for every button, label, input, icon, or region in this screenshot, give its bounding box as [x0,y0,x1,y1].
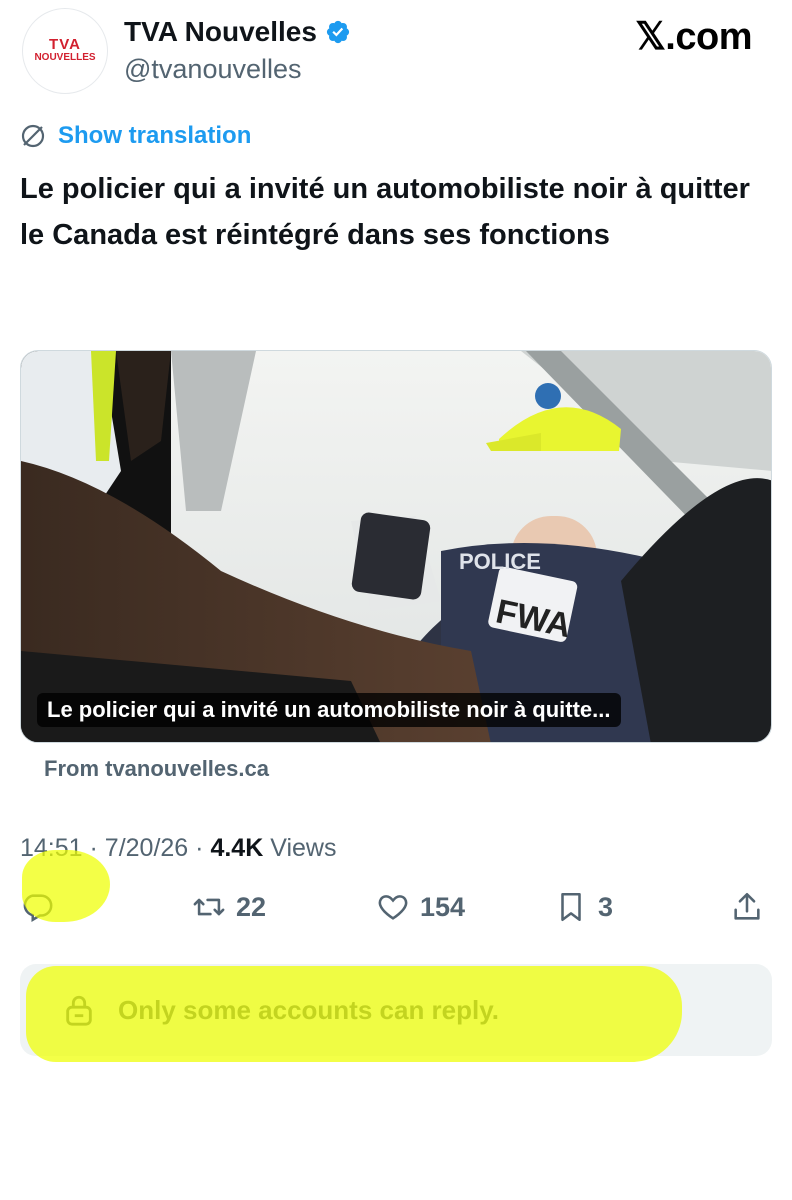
show-translation-link[interactable]: Show translation [20,122,251,150]
like-button[interactable]: 154 [376,890,465,924]
display-name[interactable]: TVA Nouvelles [124,16,351,48]
share-button[interactable] [730,890,764,924]
bookmark-count: 3 [598,891,614,922]
meta-separator: · [89,834,105,862]
share-icon [734,892,760,920]
avatar-logo-tva: TVA [49,36,81,53]
show-translation-label: Show translation [58,122,252,149]
link-card[interactable]: FWA POLICE Le policier qui a invité un a… [20,350,772,743]
verified-badge-icon [326,20,350,44]
display-name-text: TVA Nouvelles [124,16,317,47]
bookmark-button[interactable]: 3 [554,890,613,924]
avatar-logo-nouvelles: NOUVELLES [34,52,96,63]
tweet-header: TVA NOUVELLES TVA Nouvelles @tvanouvelle… [0,0,792,110]
retweet-count: 22 [236,891,267,922]
reply-restriction-box: Only some accounts can reply. [20,964,772,1056]
meta-separator: · [195,834,211,862]
tweet-meta: 14:51 · 7/20/26 · 4.4K Views [20,834,336,863]
card-image: FWA POLICE [21,351,771,742]
action-bar: 22 154 3 [20,890,772,946]
card-source[interactable]: From tvanouvelles.ca [44,756,269,782]
vest-text: POLICE [459,549,541,574]
views-label: Views [270,834,337,862]
lock-icon [66,995,92,1026]
retweet-icon [193,898,225,916]
tweet-date[interactable]: 7/20/26 [105,834,188,862]
card-caption: Le policier qui a invité un automobilist… [37,693,621,727]
like-count: 154 [420,891,466,922]
tweet-time[interactable]: 14:51 [20,834,83,862]
reply-icon [23,894,53,923]
reply-button[interactable] [20,890,54,924]
site-watermark: 𝕏.com [635,16,752,58]
reply-restriction-text: Only some accounts can reply. [118,994,499,1025]
bookmark-icon [561,892,581,922]
handle[interactable]: @tvanouvelles [124,54,302,85]
heart-icon [378,895,408,920]
globe-icon [21,124,45,148]
tweet-text: Le policier qui a invité un automobilist… [20,173,750,251]
retweet-button[interactable]: 22 [192,890,266,924]
avatar[interactable]: TVA NOUVELLES [22,8,108,94]
views-count: 4.4K [210,834,264,862]
